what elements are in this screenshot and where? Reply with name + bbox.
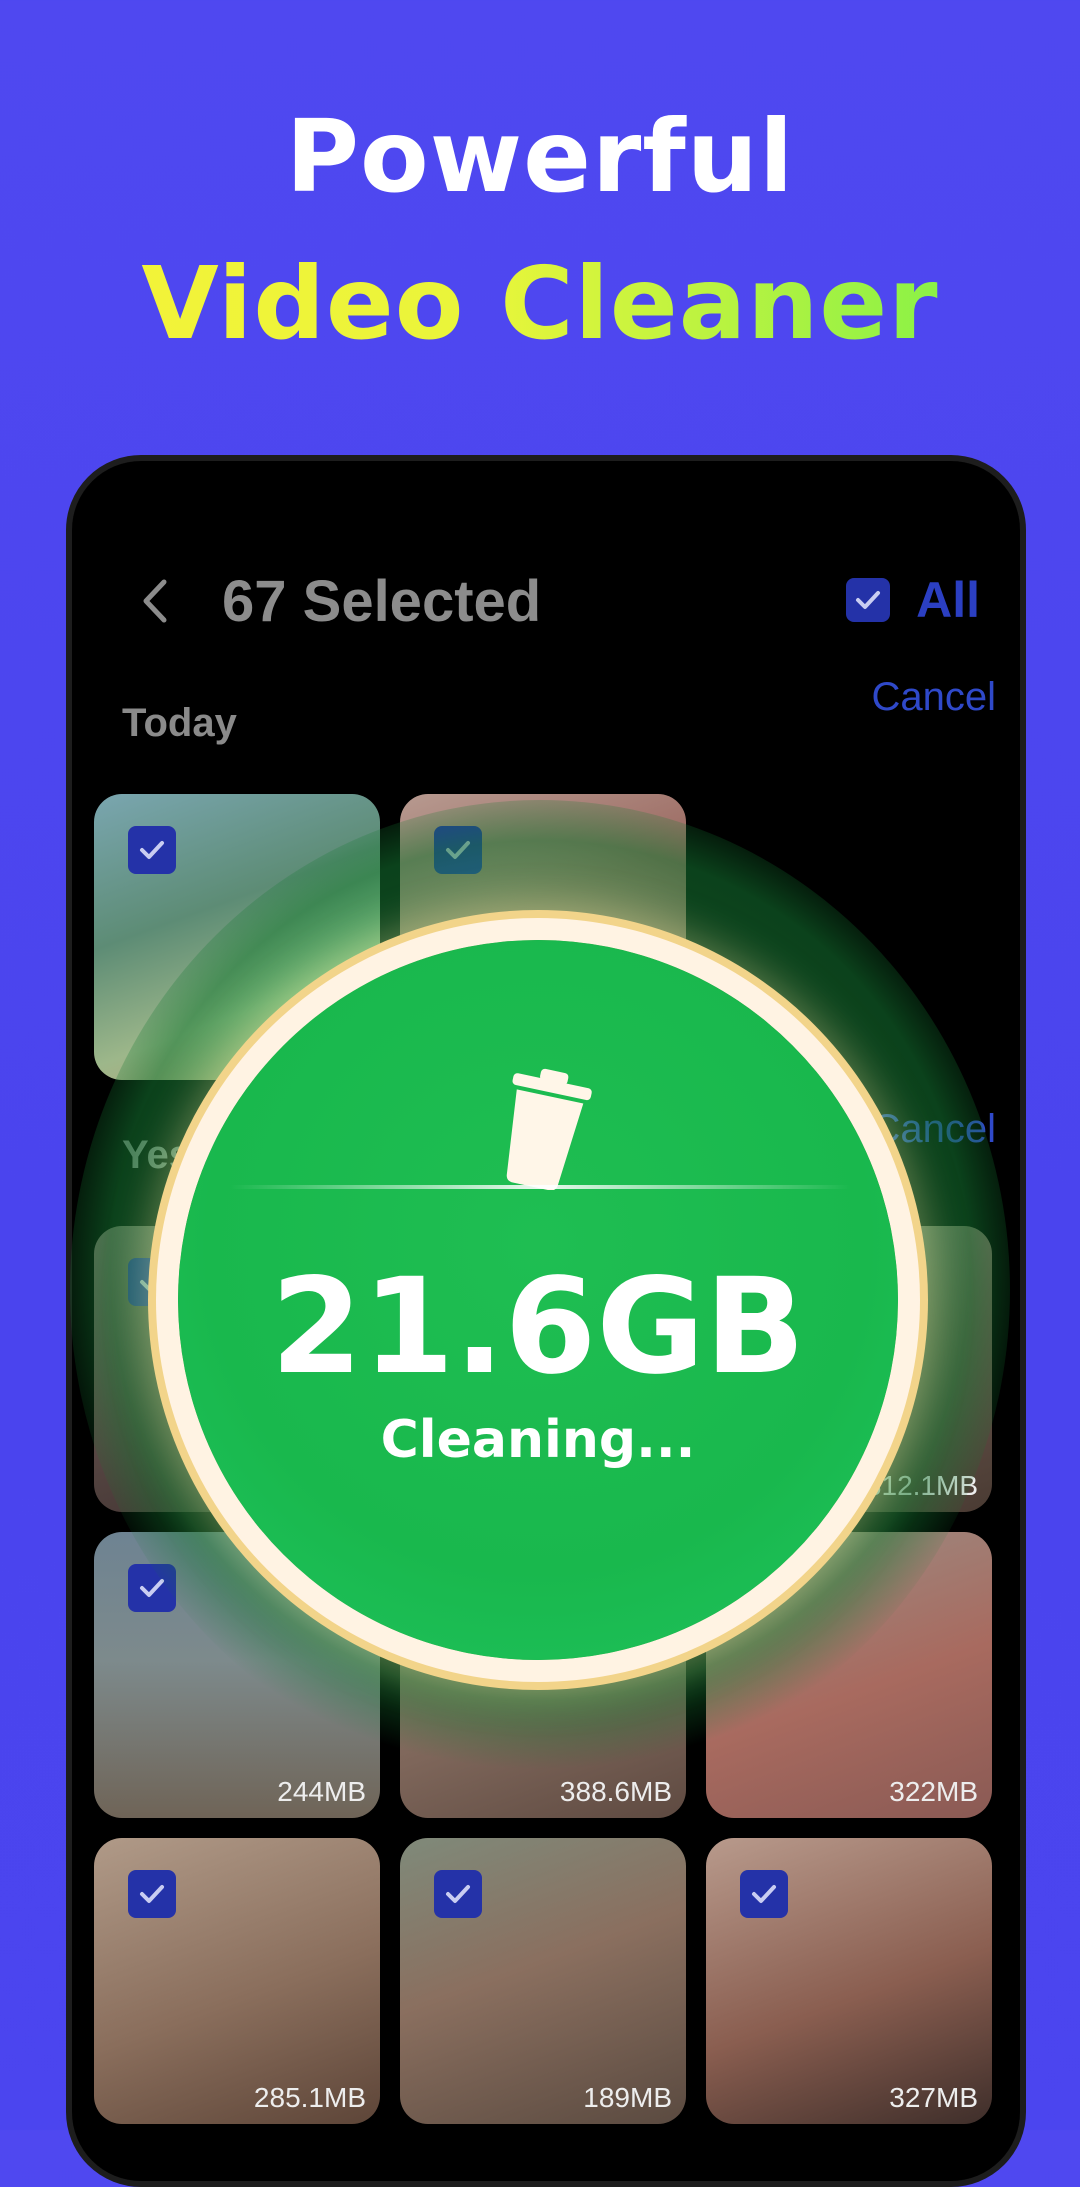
video-size: 244MB — [277, 1776, 366, 1807]
video-thumb[interactable]: 285.1MB — [94, 1838, 380, 2124]
page-title: 67 Selected — [222, 569, 542, 634]
checkbox-checked-icon[interactable] — [128, 826, 176, 874]
top-bar: 67 Selected All — [72, 556, 1020, 646]
cleaning-status: Cleaning... — [380, 1410, 696, 1470]
sparkle-line — [230, 1185, 850, 1189]
video-size: 312.1MB — [865, 1470, 978, 1501]
video-thumb[interactable]: 327MB — [706, 1838, 992, 2124]
select-all-label[interactable]: All — [916, 571, 980, 629]
back-icon[interactable] — [132, 576, 182, 626]
checkbox-checked-icon[interactable] — [128, 1564, 176, 1612]
video-size: 285.1MB — [253, 2082, 366, 2113]
checkbox-checked-icon[interactable] — [128, 1258, 176, 1306]
checkbox-checked-icon[interactable] — [846, 578, 891, 622]
trash-icon — [506, 1068, 592, 1190]
checkbox-checked-icon[interactable] — [740, 1870, 788, 1918]
checkbox-checked-icon[interactable] — [434, 826, 482, 874]
video-size: 189MB — [583, 2082, 672, 2113]
checkbox-checked-icon[interactable] — [434, 1870, 482, 1918]
promo-headline-line2: Video Cleaner — [0, 245, 1080, 362]
video-size: 388.6MB — [559, 1776, 672, 1807]
video-size: 322MB — [889, 1776, 978, 1807]
cancel-button-yesterday[interactable]: Cancel — [871, 1107, 996, 1152]
cancel-button-today[interactable]: Cancel — [871, 675, 996, 720]
video-size: 327MB — [889, 2082, 978, 2113]
section-label-today: Today — [122, 701, 237, 745]
promo-headline-line1: Powerful — [285, 98, 795, 215]
video-thumb[interactable]: 189MB — [400, 1838, 686, 2124]
cleaned-amount: 21.6GB — [270, 1250, 806, 1404]
select-all-toggle[interactable]: All — [846, 570, 980, 630]
checkbox-checked-icon[interactable] — [128, 1870, 176, 1918]
